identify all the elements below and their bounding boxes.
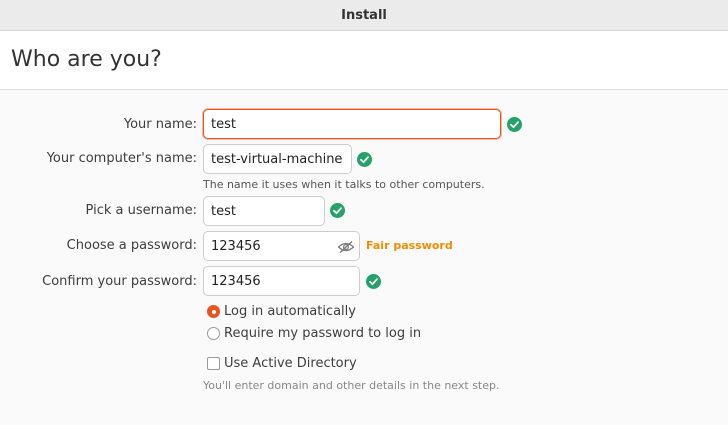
computer-name-input[interactable] — [203, 144, 352, 174]
confirm-password-label: Confirm your password: — [42, 274, 197, 289]
name-input[interactable] — [203, 109, 501, 139]
computer-name-valid-check-icon — [357, 152, 372, 167]
name-label: Your name: — [123, 117, 197, 132]
computer-name-label: Your computer's name: — [46, 151, 197, 166]
window-titlebar: Install — [0, 0, 728, 31]
username-valid-check-icon — [330, 203, 345, 218]
eye-slash-icon[interactable] — [337, 239, 355, 253]
name-valid-check-icon — [507, 117, 522, 132]
confirm-password-input[interactable] — [203, 266, 360, 296]
username-label: Pick a username: — [85, 203, 197, 218]
username-input[interactable] — [203, 196, 325, 226]
password-strength: Fair password — [366, 239, 453, 252]
page-header: Who are you? — [0, 31, 728, 90]
confirm-password-valid-check-icon — [366, 274, 381, 289]
window-title: Install — [341, 7, 387, 23]
login-automatically-label[interactable]: Log in automatically — [224, 304, 356, 319]
require-password-label[interactable]: Require my password to log in — [224, 326, 421, 341]
require-password-radio[interactable] — [207, 327, 220, 340]
active-directory-label[interactable]: Use Active Directory — [224, 356, 357, 371]
login-automatically-radio[interactable] — [207, 305, 220, 318]
active-directory-checkbox[interactable] — [207, 357, 220, 370]
page-title: Who are you? — [11, 47, 162, 72]
active-directory-hint: You'll enter domain and other details in… — [203, 379, 500, 392]
computer-name-hint: The name it uses when it talks to other … — [203, 178, 485, 191]
password-label: Choose a password: — [66, 238, 197, 253]
